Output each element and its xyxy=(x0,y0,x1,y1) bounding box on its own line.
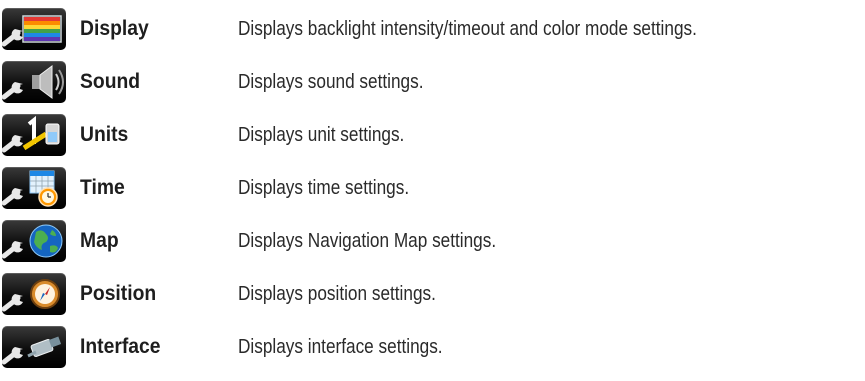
setting-description: Displays time settings. xyxy=(238,177,410,199)
setting-description: Displays unit settings. xyxy=(238,124,405,146)
setting-name: Time xyxy=(80,176,125,199)
settings-row-interface: Interface Displays interface settings. xyxy=(0,323,865,371)
setting-name: Units xyxy=(80,123,129,146)
setting-description: Displays sound settings. xyxy=(238,71,424,93)
setting-name: Position xyxy=(80,282,157,305)
setting-name: Interface xyxy=(80,335,161,358)
setting-description: Displays interface settings. xyxy=(238,336,443,358)
units-icon xyxy=(2,114,66,156)
display-icon xyxy=(2,8,66,50)
time-icon xyxy=(2,167,66,209)
position-icon xyxy=(2,273,66,315)
setting-description: Displays backlight intensity/timeout and… xyxy=(238,18,697,40)
settings-row-display: Display Displays backlight intensity/tim… xyxy=(0,5,865,53)
setting-name: Display xyxy=(80,17,149,40)
setting-name: Sound xyxy=(80,70,141,93)
interface-icon xyxy=(2,326,66,368)
setting-description: Displays Navigation Map settings. xyxy=(238,230,497,252)
settings-row-time: Time Displays time settings. xyxy=(0,164,865,212)
settings-icon-legend: Display Displays backlight intensity/tim… xyxy=(0,0,865,381)
setting-name: Map xyxy=(80,229,119,252)
settings-row-map: Map Displays Navigation Map settings. xyxy=(0,217,865,265)
settings-row-sound: Sound Displays sound settings. xyxy=(0,58,865,106)
settings-row-units: Units Displays unit settings. xyxy=(0,111,865,159)
setting-description: Displays position settings. xyxy=(238,283,436,305)
sound-icon xyxy=(2,61,66,103)
map-icon xyxy=(2,220,66,262)
settings-row-position: Position Displays position settings. xyxy=(0,270,865,318)
